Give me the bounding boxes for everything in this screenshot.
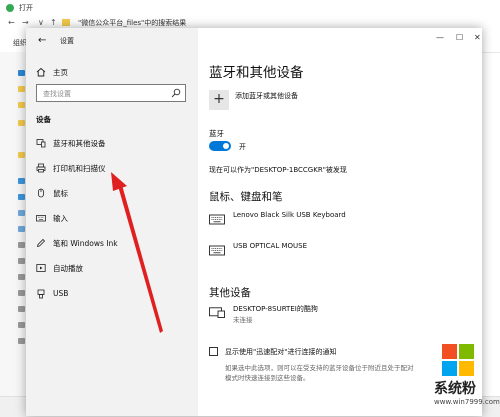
settings-window-title: 设置	[60, 37, 74, 45]
sidebar-item-autoplay[interactable]: 自动播放	[26, 258, 198, 278]
chevron-down-icon[interactable]: ∨	[38, 18, 44, 27]
quick-access-icon[interactable]	[18, 70, 25, 76]
section-label-devices: 设备	[36, 115, 51, 124]
search-placeholder: 查找设置	[43, 90, 71, 98]
swift-pair-label[interactable]: 显示使用"迅速配对"进行连接的通知	[225, 347, 336, 357]
toggle-knob	[223, 143, 229, 149]
keyboard-icon	[209, 245, 225, 256]
app-icon	[6, 4, 14, 12]
forward-arrow-icon[interactable]: →	[22, 18, 29, 27]
sidebar-item-pen[interactable]: 笔和 Windows Ink	[26, 233, 198, 253]
folder-icon	[62, 19, 70, 26]
bluetooth-toggle[interactable]	[209, 141, 231, 151]
folder-icon[interactable]	[18, 152, 25, 158]
search-input[interactable]: 查找设置	[36, 84, 186, 102]
settings-sidebar: ← 设置 主页 查找设置 设备 蓝牙和其他设备 打印机和扫描仪 鼠标 输入 笔和…	[26, 28, 198, 416]
settings-window: ← 设置 主页 查找设置 设备 蓝牙和其他设备 打印机和扫描仪 鼠标 输入 笔和…	[26, 28, 482, 416]
add-device-label[interactable]: 添加蓝牙或其他设备	[235, 91, 298, 101]
sidebar-item-mouse[interactable]: 鼠标	[26, 183, 198, 203]
watermark-text: 系统粉	[434, 381, 476, 397]
device-item[interactable]: Lenovo Black Silk USB Keyboard	[209, 211, 409, 231]
device-name: DESKTOP-8SURTEI的酷狗	[233, 305, 318, 313]
bluetooth-heading: 蓝牙	[209, 129, 224, 138]
drive-icon[interactable]	[18, 274, 25, 280]
sidebar-item-label: USB	[53, 289, 69, 298]
mouse-icon	[38, 188, 44, 198]
device-name: USB OPTICAL MOUSE	[233, 242, 308, 250]
pc-icon[interactable]	[18, 194, 25, 200]
close-icon[interactable]: ✕	[474, 33, 481, 42]
watermark-url: www.win7999.com	[434, 398, 500, 406]
sidebar-item-label: 鼠标	[53, 189, 68, 198]
background-window-title: 打开	[19, 4, 33, 12]
bluetooth-devices-icon	[36, 139, 46, 148]
add-device-button[interactable]: +	[209, 90, 229, 110]
sidebar-item-bluetooth[interactable]: 蓝牙和其他设备	[26, 133, 198, 153]
drive-icon[interactable]	[18, 290, 25, 296]
discoverable-text: 现在可以作为"DESKTOP-1BCCGKR"被发现	[209, 166, 347, 174]
folder-icon[interactable]	[18, 102, 25, 108]
swift-pair-hint: 模式时快速连接到这些设备。	[225, 374, 310, 382]
sidebar-item-label: 蓝牙和其他设备	[53, 139, 106, 148]
device-item[interactable]: USB OPTICAL MOUSE	[209, 242, 409, 262]
search-icon[interactable]	[171, 88, 181, 98]
bluetooth-state-label: 开	[239, 143, 246, 151]
back-arrow-icon[interactable]: ←	[38, 35, 46, 46]
plus-icon: +	[213, 91, 225, 107]
sidebar-item-label: 笔和 Windows Ink	[53, 239, 118, 248]
settings-content: — ☐ ✕ 蓝牙和其他设备 + 添加蓝牙或其他设备 蓝牙 开 现在可以作为"DE…	[198, 28, 482, 416]
sidebar-item-printers[interactable]: 打印机和扫描仪	[26, 158, 198, 178]
sidebar-item-label: 自动播放	[53, 264, 83, 273]
keyboard-icon	[36, 215, 46, 222]
autoplay-icon	[36, 264, 46, 272]
drive-icon[interactable]	[18, 338, 25, 344]
drive-icon[interactable]	[18, 322, 25, 328]
minimize-icon[interactable]: —	[436, 33, 444, 42]
folder-icon[interactable]	[18, 86, 25, 92]
pen-icon	[36, 238, 46, 248]
input-devices-heading: 鼠标、键盘和笔	[209, 191, 283, 203]
page-title: 蓝牙和其他设备	[209, 65, 304, 81]
folder-icon[interactable]	[18, 210, 25, 216]
windows-logo-icon	[442, 344, 474, 376]
back-arrow-icon[interactable]: ←	[8, 18, 15, 27]
watermark: 系统粉 www.win7999.com	[434, 338, 500, 416]
folder-icon[interactable]	[18, 226, 25, 232]
device-status: 未连接	[233, 316, 253, 324]
usb-icon	[37, 289, 45, 299]
organize-menu[interactable]: 组织	[13, 38, 27, 48]
home-label: 主页	[53, 68, 68, 77]
display-device-icon	[209, 307, 225, 318]
background-titlebar: 打开	[0, 0, 500, 16]
home-icon	[36, 67, 46, 77]
sidebar-item-label: 输入	[53, 214, 68, 223]
sidebar-item-usb[interactable]: USB	[26, 284, 198, 304]
navigation-pane	[0, 52, 27, 416]
device-name: Lenovo Black Silk USB Keyboard	[233, 211, 346, 219]
onedrive-icon[interactable]	[18, 178, 25, 184]
sidebar-item-typing[interactable]: 输入	[26, 208, 198, 228]
maximize-icon[interactable]: ☐	[456, 33, 463, 42]
device-item[interactable]: DESKTOP-8SURTEI的酷狗 未连接	[209, 304, 409, 324]
printer-icon	[36, 163, 46, 173]
drive-icon[interactable]	[18, 258, 25, 264]
other-devices-heading: 其他设备	[209, 287, 251, 299]
swift-pair-hint: 如果选中此选项，则可以在受支持的蓝牙设备位于附近且处于配对	[225, 364, 414, 372]
keyboard-icon	[209, 214, 225, 225]
up-arrow-icon[interactable]: ↑	[50, 18, 57, 27]
drive-icon[interactable]	[18, 306, 25, 312]
sidebar-item-label: 打印机和扫描仪	[53, 164, 106, 173]
drive-icon[interactable]	[18, 242, 25, 248]
swift-pair-checkbox[interactable]	[209, 347, 218, 356]
settings-titlebar: ← 设置	[26, 28, 198, 54]
home-nav-item[interactable]: 主页	[26, 62, 198, 82]
address-path[interactable]: "微信公众平台_files"中的搜索结果	[78, 18, 186, 28]
folder-icon[interactable]	[18, 120, 25, 126]
